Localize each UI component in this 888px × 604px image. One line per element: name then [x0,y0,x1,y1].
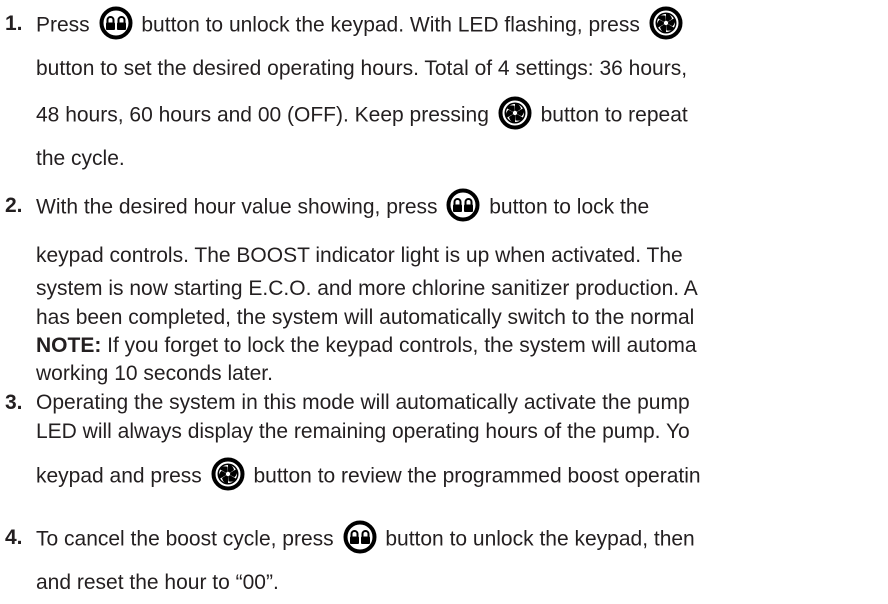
step-text: If you forget to lock the keypad control… [101,334,697,357]
step-2-line-2: keypad controls. The BOOST indicator lig… [36,244,683,268]
boost-icon [211,457,245,491]
step-3-number: 3. [5,391,23,414]
boost-icon [498,96,532,130]
step-text: Operating the system in this mode will a… [36,391,690,414]
step-3-line-1: Operating the system in this mode will a… [36,391,690,415]
step-2-line-5: NOTE: If you forget to lock the keypad c… [36,334,697,358]
note-label: NOTE: [36,334,102,357]
step-text: system is now starting E.C.O. and more c… [36,277,698,300]
step-4-number: 4. [5,526,23,549]
step-text: button to unlock the keypad, then [385,527,695,551]
boost-icon [649,6,683,40]
step-3-line-2: LED will always display the remaining op… [36,420,690,444]
step-3-line-3: keypad and press button to review the pr… [36,457,701,491]
step-1-line-2: button to set the desired operating hour… [36,57,687,81]
step-4-line-2: and reset the hour to “00”. [36,571,279,595]
step-text: To cancel the boost cycle, press [36,527,334,551]
step-text: 48 hours, 60 hours and 00 (OFF). Keep pr… [36,103,489,127]
step-text: Press [36,13,90,37]
step-text: button to lock the [489,195,650,219]
step-text: has been completed, the system will auto… [36,306,695,329]
step-2-line-3: system is now starting E.C.O. and more c… [36,277,698,301]
step-text: button to set the desired operating hour… [36,57,688,80]
step-1-line-1: Press button to unlock the keypad. With … [36,6,686,40]
step-text: button to unlock the keypad. With LED fl… [141,13,640,37]
step-2-number: 2. [5,194,23,217]
step-1-line-4: the cycle. [36,147,125,171]
step-text: button to repeat [540,103,688,127]
lock-icon [446,188,480,222]
step-text: LED will always display the remaining op… [36,420,690,443]
step-text: the cycle. [36,147,125,170]
step-text: and reset the hour to “00”. [36,571,279,594]
step-text: working 10 seconds later. [36,362,273,385]
step-4-line-1: To cancel the boost cycle, press button … [36,520,695,554]
step-2-line-4: has been completed, the system will auto… [36,306,694,330]
step-text: keypad and press [36,464,202,488]
step-text: With the desired hour value showing, pre… [36,195,438,219]
step-1-number: 1. [5,12,23,35]
lock-icon [99,6,133,40]
step-text: keypad controls. The BOOST indicator lig… [36,244,683,267]
step-2-line-6: working 10 seconds later. [36,362,273,386]
step-text: button to review the programmed boost op… [253,464,701,488]
step-1-line-3: 48 hours, 60 hours and 00 (OFF). Keep pr… [36,96,688,130]
step-2-line-1: With the desired hour value showing, pre… [36,188,650,222]
lock-icon [343,520,377,554]
